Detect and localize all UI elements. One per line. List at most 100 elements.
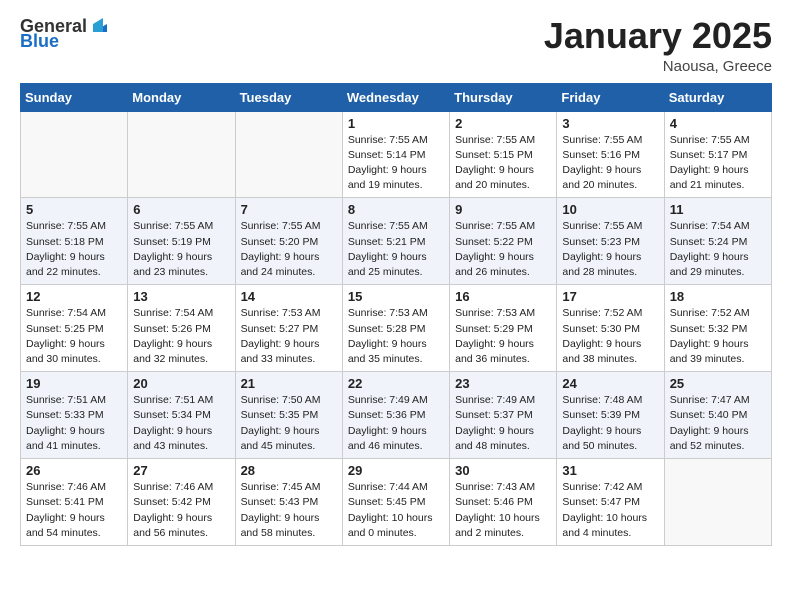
day-cell: 26Sunrise: 7:46 AM Sunset: 5:41 PM Dayli… (21, 459, 128, 546)
day-number: 11 (670, 202, 766, 217)
day-cell: 11Sunrise: 7:54 AM Sunset: 5:24 PM Dayli… (664, 198, 771, 285)
day-info: Sunrise: 7:55 AM Sunset: 5:21 PM Dayligh… (348, 219, 444, 280)
day-info: Sunrise: 7:48 AM Sunset: 5:39 PM Dayligh… (562, 393, 658, 454)
week-row-1: 1 Sunrise: 7:55 AM Sunset: 5:14 PM Daylig… (21, 111, 772, 198)
day-number: 9 (455, 202, 551, 217)
day-number: 28 (241, 463, 337, 478)
day-cell: 23 Sunrise: 7:49 AM Sunset: 5:37 PM Dayli… (450, 372, 557, 459)
day-number: 3 (562, 116, 658, 131)
day-number: 25 (670, 376, 766, 391)
day-number: 31 (562, 463, 658, 478)
day-info: Sunrise: 7:46 AM Sunset: 5:41 PM Dayligh… (26, 480, 122, 541)
day-cell: 17 Sunrise: 7:52 AM Sunset: 5:30 PM Dayli… (557, 285, 664, 372)
day-cell: 31 Sunrise: 7:42 AM Sunset: 5:47 PM Dayli… (557, 459, 664, 546)
day-info: Sunrise: 7:44 AM Sunset: 5:45 PM Dayligh… (348, 480, 444, 541)
day-cell: 18Sunrise: 7:52 AM Sunset: 5:32 PM Dayli… (664, 285, 771, 372)
day-info: Sunrise: 7:53 AM Sunset: 5:27 PM Dayligh… (241, 306, 337, 367)
calendar-table: SundayMondayTuesdayWednesdayThursdayFrid… (20, 83, 772, 546)
day-number: 18 (670, 289, 766, 304)
day-info: Sunrise: 7:55 AM Sunset: 5:23 PM Dayligh… (562, 219, 658, 280)
col-header-saturday: Saturday (664, 83, 771, 111)
header: General Blue January 2025 Naousa, Greece (20, 16, 772, 75)
day-number: 13 (133, 289, 229, 304)
day-info: Sunrise: 7:49 AM Sunset: 5:36 PM Dayligh… (348, 393, 444, 454)
day-cell: 25Sunrise: 7:47 AM Sunset: 5:40 PM Dayli… (664, 372, 771, 459)
day-info: Sunrise: 7:55 AM Sunset: 5:18 PM Dayligh… (26, 219, 122, 280)
day-number: 24 (562, 376, 658, 391)
col-header-thursday: Thursday (450, 83, 557, 111)
day-info: Sunrise: 7:55 AM Sunset: 5:14 PM Dayligh… (348, 133, 444, 194)
week-row-3: 12 Sunrise: 7:54 AM Sunset: 5:25 PM Dayli… (21, 285, 772, 372)
day-cell: 20Sunrise: 7:51 AM Sunset: 5:34 PM Dayli… (128, 372, 235, 459)
day-cell: 10 Sunrise: 7:55 AM Sunset: 5:23 PM Dayli… (557, 198, 664, 285)
day-info: Sunrise: 7:55 AM Sunset: 5:17 PM Dayligh… (670, 133, 766, 194)
day-info: Sunrise: 7:45 AM Sunset: 5:43 PM Dayligh… (241, 480, 337, 541)
day-info: Sunrise: 7:52 AM Sunset: 5:30 PM Dayligh… (562, 306, 658, 367)
day-cell (128, 111, 235, 198)
day-cell: 27Sunrise: 7:46 AM Sunset: 5:42 PM Dayli… (128, 459, 235, 546)
day-number: 5 (26, 202, 122, 217)
day-cell: 21 Sunrise: 7:50 AM Sunset: 5:35 PM Dayli… (235, 372, 342, 459)
day-cell: 19Sunrise: 7:51 AM Sunset: 5:33 PM Dayli… (21, 372, 128, 459)
day-cell: 28 Sunrise: 7:45 AM Sunset: 5:43 PM Dayli… (235, 459, 342, 546)
day-info: Sunrise: 7:55 AM Sunset: 5:16 PM Dayligh… (562, 133, 658, 194)
day-info: Sunrise: 7:46 AM Sunset: 5:42 PM Dayligh… (133, 480, 229, 541)
day-cell: 4 Sunrise: 7:55 AM Sunset: 5:17 PM Daylig… (664, 111, 771, 198)
day-info: Sunrise: 7:55 AM Sunset: 5:20 PM Dayligh… (241, 219, 337, 280)
day-number: 7 (241, 202, 337, 217)
day-info: Sunrise: 7:50 AM Sunset: 5:35 PM Dayligh… (241, 393, 337, 454)
day-number: 12 (26, 289, 122, 304)
day-info: Sunrise: 7:49 AM Sunset: 5:37 PM Dayligh… (455, 393, 551, 454)
page: General Blue January 2025 Naousa, Greece… (0, 0, 792, 612)
col-header-monday: Monday (128, 83, 235, 111)
day-info: Sunrise: 7:55 AM Sunset: 5:15 PM Dayligh… (455, 133, 551, 194)
day-info: Sunrise: 7:51 AM Sunset: 5:33 PM Dayligh… (26, 393, 122, 454)
day-number: 22 (348, 376, 444, 391)
day-number: 8 (348, 202, 444, 217)
day-cell: 6 Sunrise: 7:55 AM Sunset: 5:19 PM Daylig… (128, 198, 235, 285)
day-info: Sunrise: 7:43 AM Sunset: 5:46 PM Dayligh… (455, 480, 551, 541)
logo-icon (89, 14, 111, 36)
day-number: 29 (348, 463, 444, 478)
day-info: Sunrise: 7:55 AM Sunset: 5:22 PM Dayligh… (455, 219, 551, 280)
day-number: 4 (670, 116, 766, 131)
logo: General Blue (20, 16, 111, 50)
title-month: January 2025 (544, 16, 772, 56)
day-cell: 8 Sunrise: 7:55 AM Sunset: 5:21 PM Daylig… (342, 198, 449, 285)
day-cell: 12 Sunrise: 7:54 AM Sunset: 5:25 PM Dayli… (21, 285, 128, 372)
day-info: Sunrise: 7:53 AM Sunset: 5:28 PM Dayligh… (348, 306, 444, 367)
day-cell: 13Sunrise: 7:54 AM Sunset: 5:26 PM Dayli… (128, 285, 235, 372)
day-number: 1 (348, 116, 444, 131)
day-info: Sunrise: 7:55 AM Sunset: 5:19 PM Dayligh… (133, 219, 229, 280)
day-number: 23 (455, 376, 551, 391)
day-info: Sunrise: 7:42 AM Sunset: 5:47 PM Dayligh… (562, 480, 658, 541)
day-cell: 16Sunrise: 7:53 AM Sunset: 5:29 PM Dayli… (450, 285, 557, 372)
day-number: 17 (562, 289, 658, 304)
day-cell: 24 Sunrise: 7:48 AM Sunset: 5:39 PM Dayli… (557, 372, 664, 459)
day-number: 2 (455, 116, 551, 131)
day-cell: 22 Sunrise: 7:49 AM Sunset: 5:36 PM Dayli… (342, 372, 449, 459)
day-cell: 1 Sunrise: 7:55 AM Sunset: 5:14 PM Daylig… (342, 111, 449, 198)
title-location: Naousa, Greece (544, 58, 772, 75)
header-row: SundayMondayTuesdayWednesdayThursdayFrid… (21, 83, 772, 111)
week-row-4: 19Sunrise: 7:51 AM Sunset: 5:33 PM Dayli… (21, 372, 772, 459)
day-number: 10 (562, 202, 658, 217)
day-number: 21 (241, 376, 337, 391)
day-info: Sunrise: 7:51 AM Sunset: 5:34 PM Dayligh… (133, 393, 229, 454)
day-cell: 5 Sunrise: 7:55 AM Sunset: 5:18 PM Daylig… (21, 198, 128, 285)
day-cell: 9 Sunrise: 7:55 AM Sunset: 5:22 PM Daylig… (450, 198, 557, 285)
day-number: 6 (133, 202, 229, 217)
col-header-friday: Friday (557, 83, 664, 111)
day-info: Sunrise: 7:54 AM Sunset: 5:25 PM Dayligh… (26, 306, 122, 367)
day-cell: 29 Sunrise: 7:44 AM Sunset: 5:45 PM Dayli… (342, 459, 449, 546)
day-cell (235, 111, 342, 198)
day-number: 15 (348, 289, 444, 304)
day-cell: 30Sunrise: 7:43 AM Sunset: 5:46 PM Dayli… (450, 459, 557, 546)
col-header-sunday: Sunday (21, 83, 128, 111)
day-cell: 3 Sunrise: 7:55 AM Sunset: 5:16 PM Daylig… (557, 111, 664, 198)
col-header-wednesday: Wednesday (342, 83, 449, 111)
day-cell: 15 Sunrise: 7:53 AM Sunset: 5:28 PM Dayli… (342, 285, 449, 372)
week-row-2: 5 Sunrise: 7:55 AM Sunset: 5:18 PM Daylig… (21, 198, 772, 285)
day-cell: 14Sunrise: 7:53 AM Sunset: 5:27 PM Dayli… (235, 285, 342, 372)
col-header-tuesday: Tuesday (235, 83, 342, 111)
